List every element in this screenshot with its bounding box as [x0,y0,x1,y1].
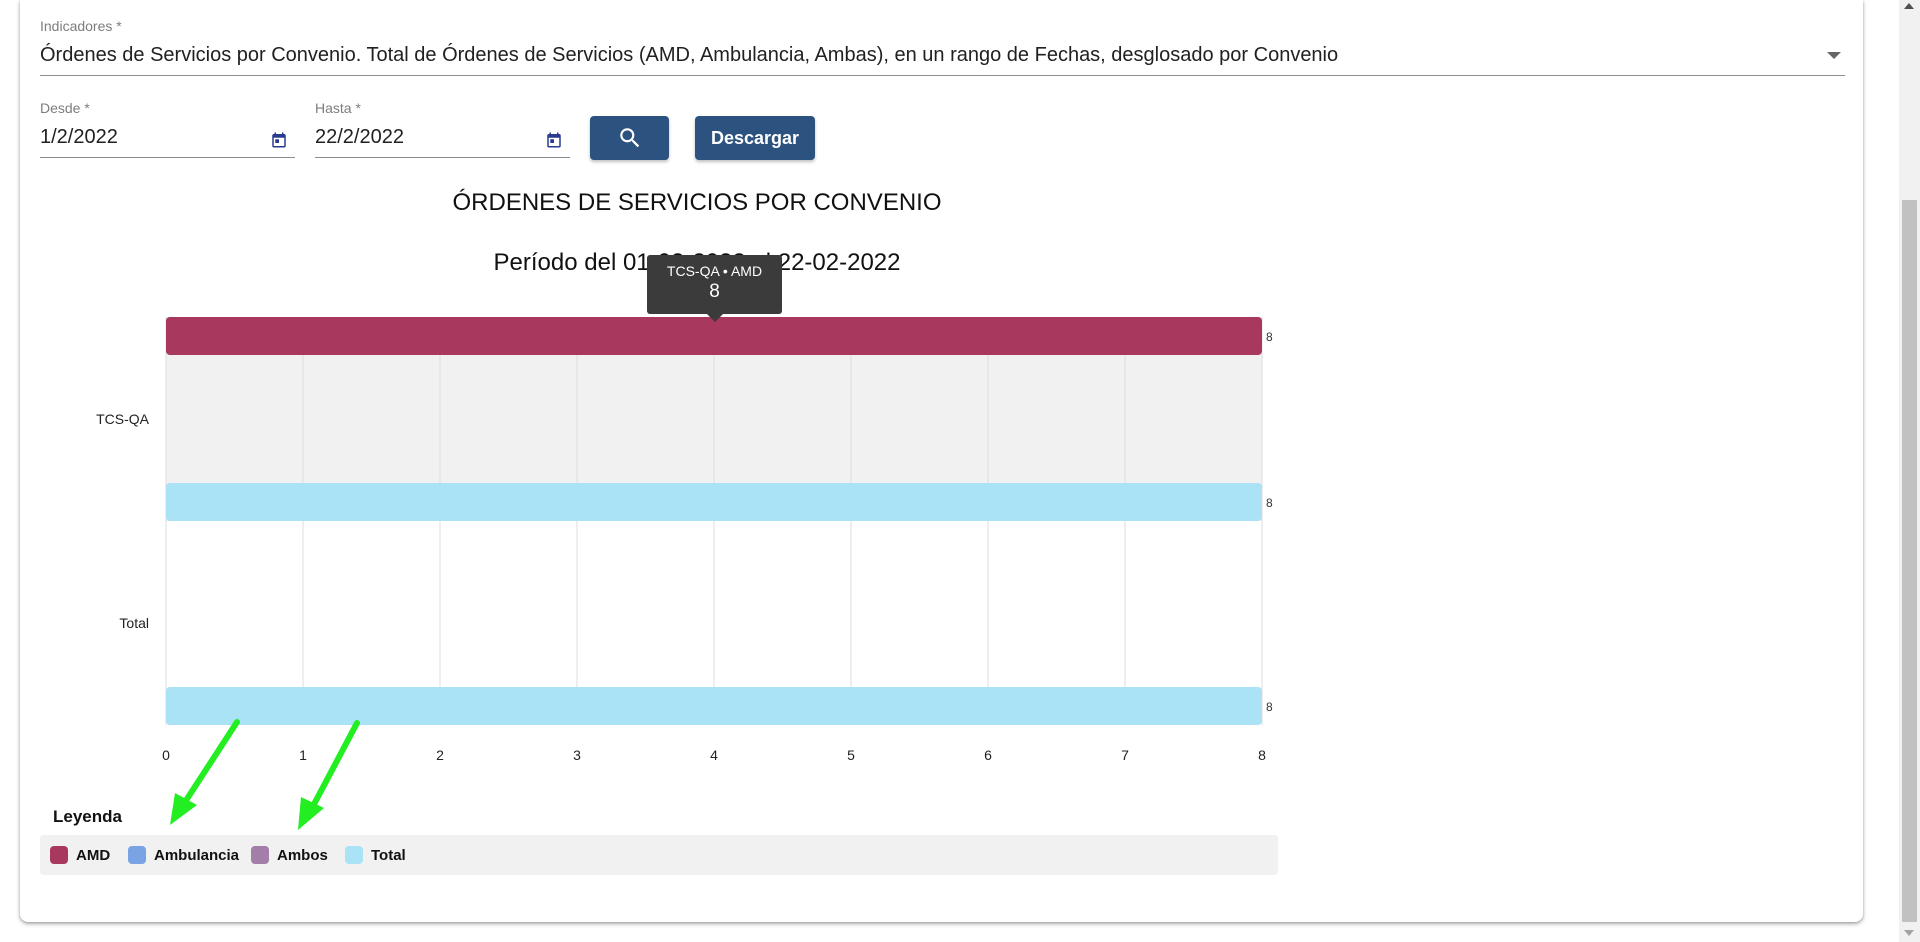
arrow-head [170,793,197,825]
annotation-arrows [170,719,360,830]
scroll-down-icon[interactable] [1904,930,1914,936]
arrow-annotation [182,719,360,811]
scrollbar-thumb[interactable] [1902,200,1917,922]
arrow-head [298,797,324,830]
scroll-up-icon[interactable] [1904,3,1914,9]
